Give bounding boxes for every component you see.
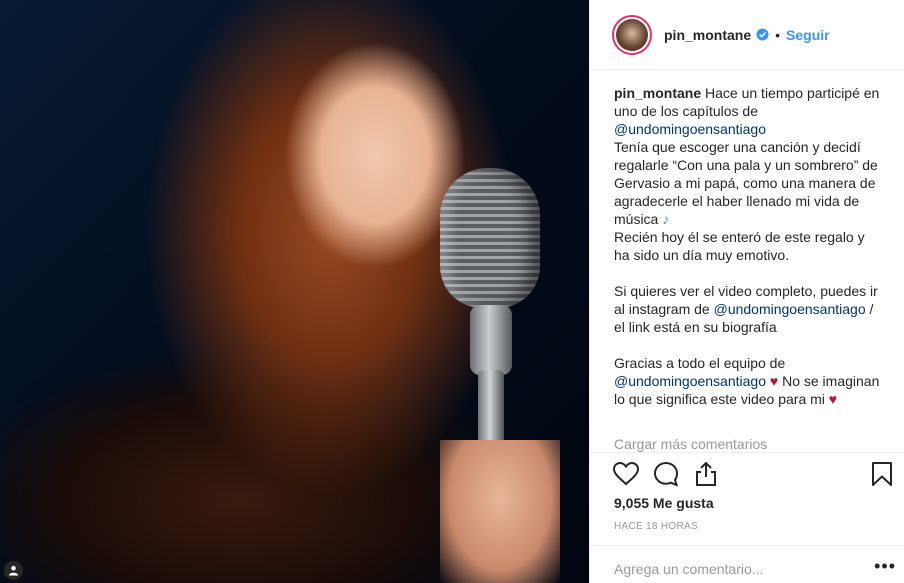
- microphone-neck: [470, 305, 512, 375]
- divider: [590, 452, 904, 453]
- caption-text-2: Tenía que escoger una canción y decidí r…: [614, 139, 878, 227]
- heart-emoji-icon: ♥: [828, 391, 838, 407]
- mention-link[interactable]: @undomingoensantiago: [614, 121, 766, 137]
- verified-badge-icon: [756, 28, 769, 41]
- caption-paragraph-1: pin_montane Hace un tiempo participé en …: [614, 84, 884, 138]
- heart-emoji-icon: ♥: [766, 373, 779, 389]
- divider: [590, 545, 904, 546]
- caption-paragraph-4: Si quieres ver el video completo, puedes…: [614, 282, 884, 336]
- heart-icon[interactable]: [612, 460, 640, 488]
- caption-paragraph-2: Tenía que escoger una canción y decidí r…: [614, 138, 884, 228]
- more-options-icon[interactable]: •••: [874, 556, 896, 577]
- header-username[interactable]: pin_montane: [664, 27, 751, 43]
- avatar[interactable]: [612, 14, 652, 55]
- avatar-image: [616, 18, 648, 51]
- caption-username[interactable]: pin_montane: [614, 85, 701, 101]
- mention-link[interactable]: @undomingoensantiago: [614, 373, 766, 389]
- likes-count[interactable]: 9,055 Me gusta: [614, 495, 714, 511]
- caption-text-5: Gracias a todo el equipo de: [614, 355, 786, 371]
- post-side-panel: pin_montane • Seguir pin_montane Hace un…: [589, 0, 904, 583]
- action-bar: [612, 460, 894, 488]
- mention-link[interactable]: @undomingoensantiago: [714, 301, 866, 317]
- post-header: pin_montane • Seguir: [590, 0, 904, 70]
- hand-shape: [440, 440, 560, 583]
- caption-paragraph-5: Gracias a todo el equipo de @undomingoen…: [614, 354, 884, 408]
- load-more-comments-button[interactable]: Cargar más comentarios: [614, 436, 767, 452]
- separator-dot: •: [775, 26, 781, 43]
- timestamp[interactable]: HACE 18 HORAS: [614, 521, 698, 532]
- post-modal: pin_montane • Seguir pin_montane Hace un…: [0, 0, 904, 583]
- share-icon[interactable]: [692, 460, 720, 488]
- tagged-user-icon[interactable]: [4, 561, 23, 580]
- microphone-head: [440, 168, 540, 308]
- bookmark-icon[interactable]: [868, 460, 896, 488]
- comment-input[interactable]: Agrega un comentario...: [614, 561, 763, 577]
- post-photo[interactable]: [0, 0, 589, 583]
- caption-paragraph-3: Recién hoy él se enteró de este regalo y…: [614, 229, 865, 263]
- music-note-icon: ♪: [662, 211, 670, 227]
- follow-button[interactable]: Seguir: [786, 27, 830, 43]
- comment-icon[interactable]: [652, 460, 680, 488]
- user-icon: [8, 565, 19, 576]
- caption: pin_montane Hace un tiempo participé en …: [614, 84, 884, 408]
